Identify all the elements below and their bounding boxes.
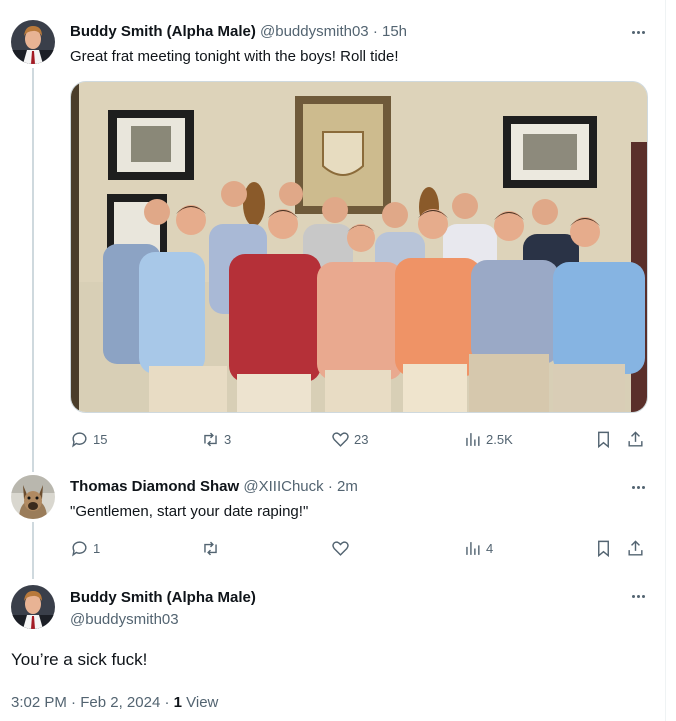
tweet2-author-name[interactable]: Thomas Diamond Shaw	[70, 478, 239, 495]
tweet3-timestamp: 3:02 PM · Feb 2, 2024 · 1 View	[11, 694, 218, 711]
tweet2-more-icon[interactable]	[628, 477, 648, 497]
tweet2-views-button[interactable]: 4	[463, 537, 493, 559]
tweet3-more-icon[interactable]	[628, 586, 648, 606]
tweet1-view-count: 2.5K	[486, 431, 513, 447]
tweet3-handle[interactable]: @buddysmith03	[70, 611, 179, 628]
tweet1-bookmark-button[interactable]	[594, 428, 613, 450]
tweet2-like-button[interactable]	[331, 537, 354, 559]
views-icon	[466, 432, 480, 446]
tweet3-view-count: 1	[173, 694, 182, 711]
reply-icon	[72, 540, 87, 557]
reply-icon	[72, 431, 87, 448]
heart-icon	[332, 431, 349, 447]
tweet3-date[interactable]: Feb 2, 2024	[80, 694, 160, 711]
tweet1-photo[interactable]	[70, 81, 648, 413]
avatar-thomas-diamond-shaw[interactable]	[11, 475, 55, 519]
tweet1-views-button[interactable]: 2.5K	[463, 428, 513, 450]
tweet2-view-count: 4	[486, 540, 494, 556]
tweet2-header: Thomas Diamond Shaw @XIIIChuck · 2m	[70, 478, 358, 495]
tweet1-actions: 15 3 23 2.5K	[70, 428, 648, 450]
tweet1-more-icon[interactable]	[628, 22, 648, 42]
tweet1-like-button[interactable]: 23	[331, 428, 368, 450]
tweet1-retweet-button[interactable]: 3	[201, 428, 231, 450]
tweet3-text: You’re a sick fuck!	[11, 650, 148, 669]
tweet1-retweet-count: 3	[224, 431, 232, 447]
tweet1-header: Buddy Smith (Alpha Male) @buddysmith03 ·…	[70, 23, 407, 40]
tweet2-time[interactable]: 2m	[337, 478, 358, 495]
tweet1-handle[interactable]: @buddysmith03	[260, 23, 369, 40]
tweet3-view-label: View	[186, 694, 219, 711]
tweet2-actions: 1 4	[70, 537, 648, 559]
tweet1-reply-count: 15	[93, 431, 108, 447]
share-icon	[628, 539, 643, 556]
tweet3-time[interactable]: 3:02 PM	[11, 694, 67, 711]
bookmark-icon	[598, 540, 609, 557]
tweet3-header: Buddy Smith (Alpha Male)	[70, 589, 256, 606]
tweet3-author-name[interactable]: Buddy Smith (Alpha Male)	[70, 589, 256, 606]
thread-line	[32, 68, 34, 472]
tweet1-share-button[interactable]	[626, 428, 645, 450]
tweet1-text: Great frat meeting tonight with the boys…	[70, 48, 399, 65]
bookmark-icon	[598, 431, 609, 448]
tweet3-separator: ·	[164, 694, 170, 711]
avatar-buddy-smith[interactable]	[11, 585, 55, 629]
tweet3-separator: ·	[71, 694, 77, 711]
tweet1-author-name[interactable]: Buddy Smith (Alpha Male)	[70, 23, 256, 40]
retweet-icon	[204, 432, 217, 446]
share-icon	[628, 430, 643, 447]
tweet1-time[interactable]: 15h	[382, 23, 407, 40]
tweet1-reply-button[interactable]: 15	[70, 428, 107, 450]
retweet-icon	[204, 541, 217, 555]
tweet1-separator: ·	[372, 23, 378, 40]
avatar-buddy-smith[interactable]	[11, 20, 55, 64]
tweet2-share-button[interactable]	[626, 537, 645, 559]
tweet2-retweet-button[interactable]	[201, 537, 224, 559]
views-icon	[466, 541, 480, 555]
tweet2-separator: ·	[327, 478, 333, 495]
thread-line	[32, 522, 34, 579]
heart-icon	[332, 540, 349, 556]
tweet2-text: "Gentlemen, start your date raping!"	[70, 503, 309, 520]
timeline-right-border	[665, 0, 666, 721]
tweet2-reply-count: 1	[93, 540, 101, 556]
tweet2-reply-button[interactable]: 1	[70, 537, 100, 559]
tweet1-like-count: 23	[354, 431, 369, 447]
tweet2-handle[interactable]: @XIIIChuck	[243, 478, 323, 495]
tweet2-bookmark-button[interactable]	[594, 537, 613, 559]
